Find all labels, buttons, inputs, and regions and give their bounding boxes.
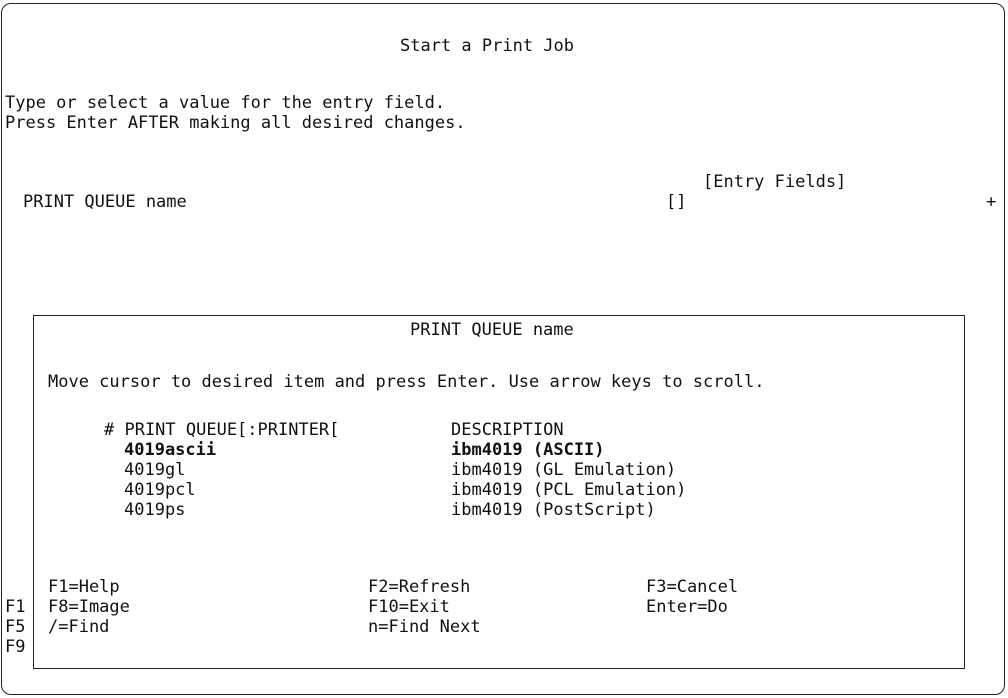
queue-name: 4019ascii	[124, 440, 217, 460]
queue-description: ibm4019 (PostScript)	[451, 500, 656, 520]
cancel-key[interactable]: F3=Cancel	[646, 577, 738, 597]
find-next-key[interactable]: n=Find Next	[368, 617, 481, 637]
image-key[interactable]: F8=Image	[48, 597, 130, 617]
list-item[interactable]: 4019gl ibm4019 (GL Emulation)	[0, 460, 960, 480]
popup-bottom-border	[33, 668, 965, 669]
print-queue-entry-field[interactable]: []	[666, 192, 686, 212]
queue-description: ibm4019 (ASCII)	[451, 440, 605, 460]
queue-name: 4019gl	[124, 460, 186, 480]
bg-key-f5: F5	[5, 617, 26, 637]
list-indicator[interactable]: +	[986, 192, 996, 212]
entry-fields-header: [Entry Fields]	[703, 172, 847, 192]
field-label: PRINT QUEUE name	[23, 192, 187, 212]
refresh-key[interactable]: F2=Refresh	[368, 577, 470, 597]
find-key[interactable]: /=Find	[48, 617, 109, 637]
instruction-line-1: Type or select a value for the entry fie…	[5, 93, 446, 113]
screen-title: Start a Print Job	[400, 36, 574, 56]
bg-key-f9: F9	[5, 637, 26, 657]
list-item[interactable]: 4019pcl ibm4019 (PCL Emulation)	[0, 480, 960, 500]
bg-key-f1: F1	[5, 597, 26, 617]
list-item-selected[interactable]: 4019ascii ibm4019 (ASCII)	[0, 440, 960, 460]
column-header-description: DESCRIPTION	[451, 420, 564, 440]
queue-description: ibm4019 (PCL Emulation)	[451, 480, 687, 500]
popup-title: PRINT QUEUE name	[410, 320, 574, 340]
queue-name: 4019ps	[124, 500, 186, 520]
do-key[interactable]: Enter=Do	[646, 597, 728, 617]
instruction-line-2: Press Enter AFTER making all desired cha…	[5, 113, 466, 133]
list-header: # PRINT QUEUE[:PRINTER[ DESCRIPTION	[0, 420, 960, 440]
list-item[interactable]: 4019ps ibm4019 (PostScript)	[0, 500, 960, 520]
queue-description: ibm4019 (GL Emulation)	[451, 460, 677, 480]
popup-instruction: Move cursor to desired item and press En…	[48, 372, 765, 392]
popup-top-border	[33, 315, 965, 316]
queue-name: 4019pcl	[124, 480, 196, 500]
help-key[interactable]: F1=Help	[48, 577, 120, 597]
column-header-queue: # PRINT QUEUE[:PRINTER[	[104, 420, 340, 440]
exit-key[interactable]: F10=Exit	[368, 597, 450, 617]
popup-right-border	[964, 315, 965, 669]
